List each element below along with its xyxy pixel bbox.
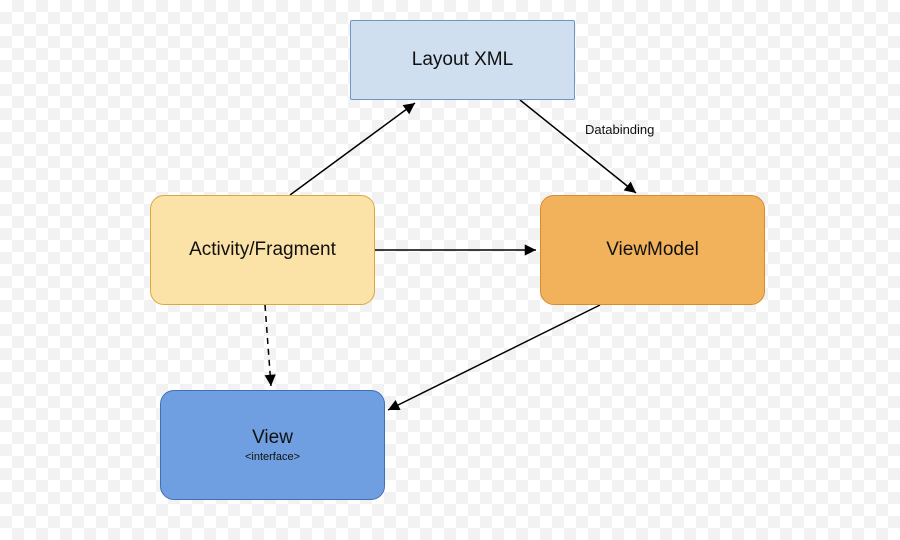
edge-layout-to-viewmodel — [520, 100, 636, 193]
edge-activity-to-view — [265, 305, 271, 386]
edge-label-databinding: Databinding — [585, 122, 654, 137]
node-label: ViewModel — [606, 239, 699, 261]
node-label: View — [252, 427, 293, 449]
node-label: Layout XML — [412, 49, 513, 71]
node-viewmodel: ViewModel — [540, 195, 765, 305]
node-activity-fragment: Activity/Fragment — [150, 195, 375, 305]
edge-activity-to-layout — [290, 103, 415, 195]
node-layout-xml: Layout XML — [350, 20, 575, 100]
node-view: View <interface> — [160, 390, 385, 500]
edge-viewmodel-to-view — [388, 305, 600, 410]
node-subtitle: <interface> — [245, 451, 300, 463]
diagram-canvas: Layout XML Activity/Fragment ViewModel V… — [0, 0, 900, 540]
node-label: Activity/Fragment — [189, 239, 336, 261]
